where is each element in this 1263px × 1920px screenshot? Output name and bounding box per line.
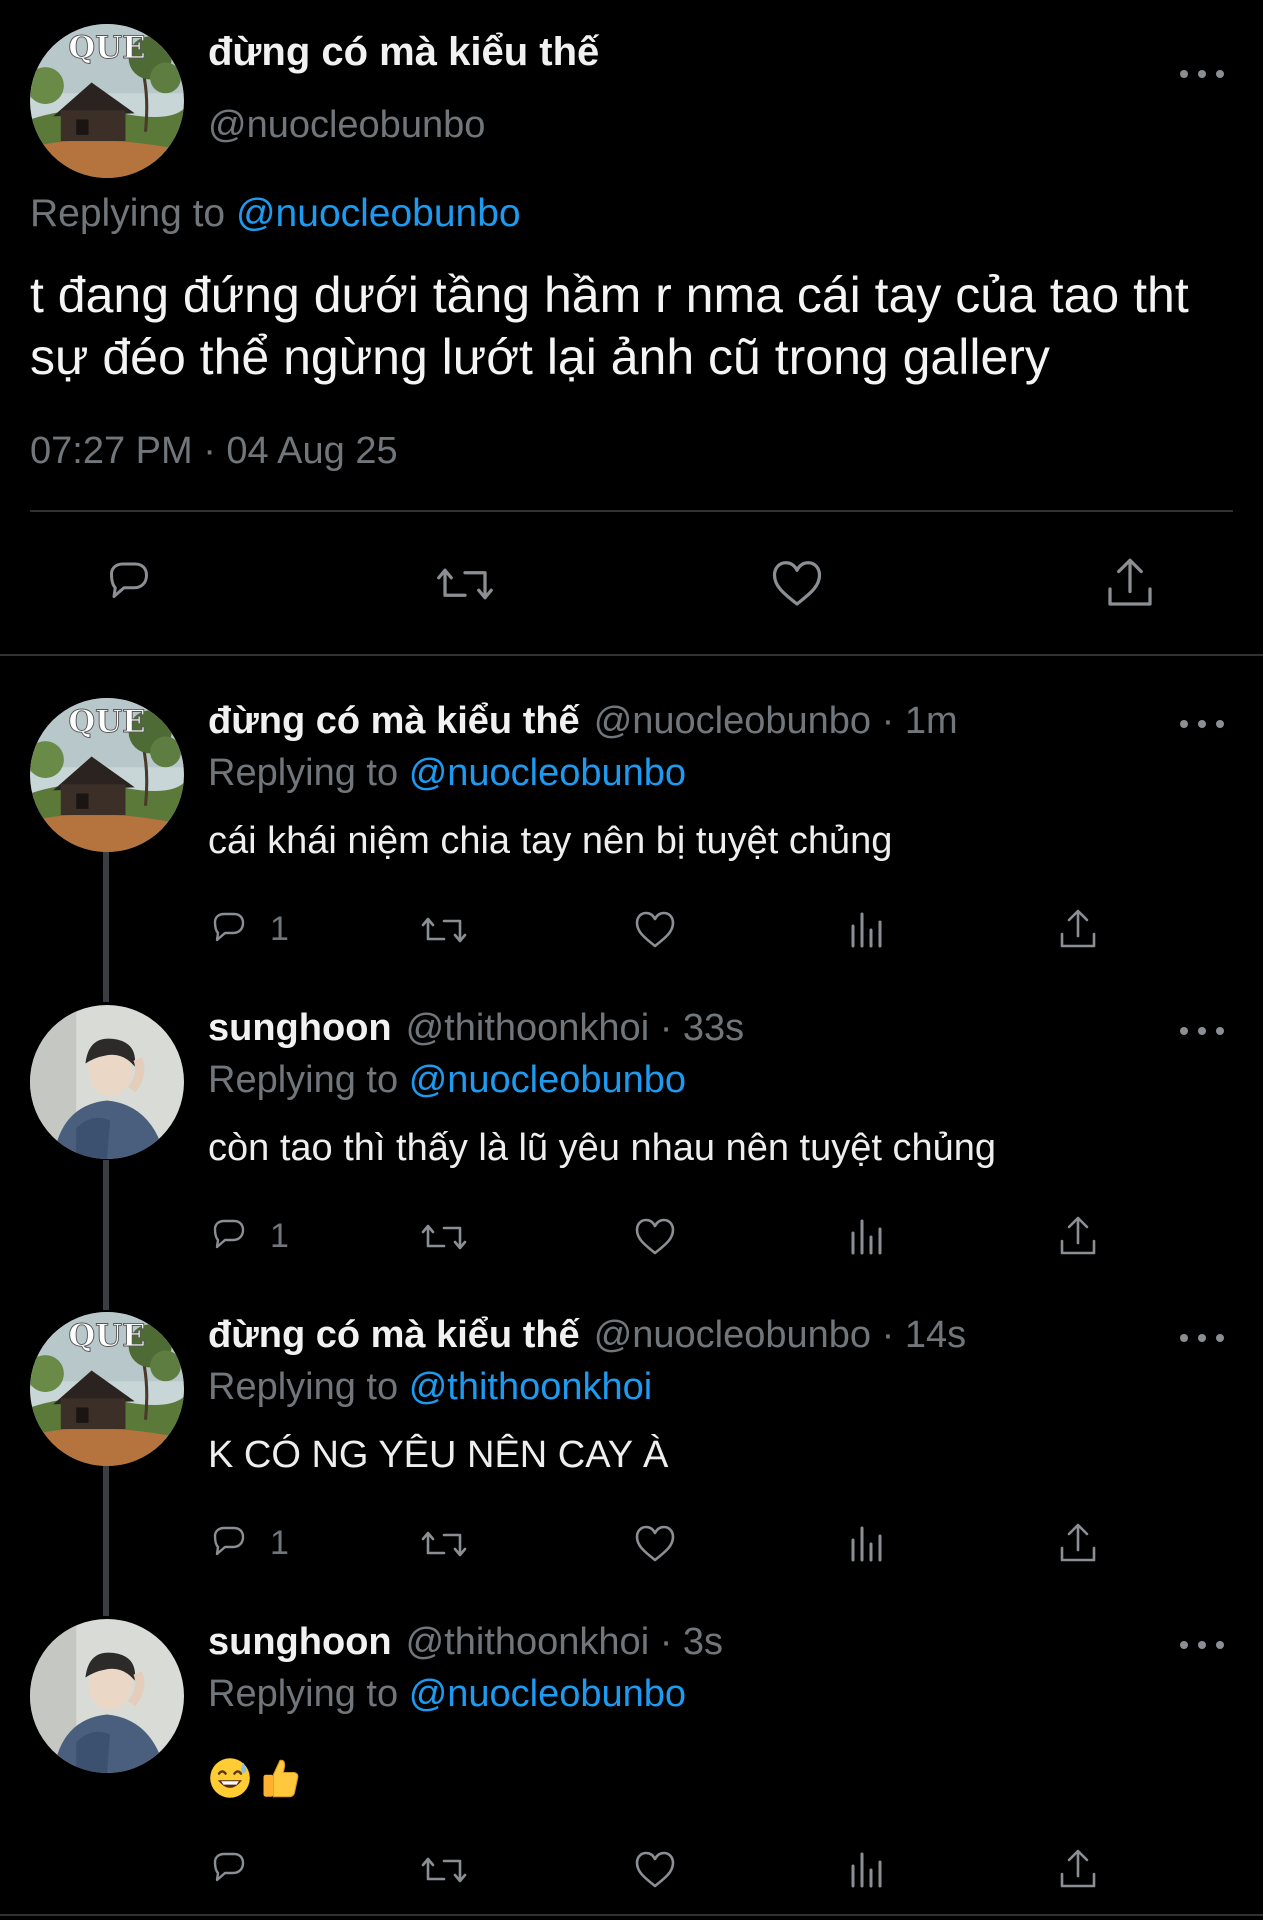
thread-line [103,1466,109,1616]
author-name[interactable]: đừng có mà kiểu thế [208,1314,580,1356]
author-name[interactable]: sunghoon [208,1007,392,1049]
reply-header: sunghoon @thithoonkhoi · 3s [208,1621,723,1664]
avatar[interactable]: QUE [30,1312,184,1466]
divider [0,654,1263,656]
replying-to: Replying to @nuocleobunbo [208,1673,686,1716]
author-name[interactable]: sunghoon [208,1621,392,1663]
avatar[interactable]: QUE [30,24,184,178]
retweet-icon[interactable] [435,554,495,614]
reply-count: 1 [270,1524,289,1562]
reply-header: đừng có mà kiểu thế @nuocleobunbo · 1m [208,700,958,743]
stats-icon[interactable] [843,906,891,954]
divider [0,1914,1263,1916]
tweet-text: t đang đứng dưới tầng hầm r nma cái tay … [30,267,1189,385]
replying-to: Replying to @nuocleobunbo [208,752,686,795]
like-icon[interactable] [631,1520,679,1568]
replying-to-link[interactable]: @nuocleobunbo [409,1059,686,1101]
reply-time[interactable]: · 33s [660,1007,744,1049]
reply-text: K CÓ NG YÊU NÊN CAY À [208,1434,669,1476]
avatar[interactable] [30,1005,184,1159]
replying-to-label: Replying to [208,1366,399,1408]
retweet-icon[interactable] [420,906,468,954]
divider [30,510,1233,512]
share-icon[interactable] [1054,906,1102,954]
reply-text: còn tao thì thấy là lũ yêu nhau nên tuyệ… [208,1127,997,1169]
stats-icon[interactable] [843,1213,891,1261]
reply-icon[interactable] [209,1520,257,1568]
like-icon[interactable] [631,1846,679,1894]
reply-time[interactable]: · 1m [882,700,958,742]
reply-text: cái khái niệm chia tay nên bị tuyệt chủn… [208,820,893,862]
share-icon[interactable] [1054,1213,1102,1261]
reply-icon[interactable] [209,1213,257,1261]
reply-time[interactable]: · 14s [882,1314,966,1356]
stats-icon[interactable] [843,1520,891,1568]
avatar-logo-text: QUE [68,1318,145,1354]
avatar[interactable]: QUE [30,698,184,852]
like-icon[interactable] [631,906,679,954]
replying-to: Replying to @nuocleobunbo [30,192,521,236]
author-handle[interactable]: @thithoonkhoi [406,1007,650,1049]
stats-icon[interactable] [843,1846,891,1894]
replying-to: Replying to @nuocleobunbo [208,1059,686,1102]
reply-header: đừng có mà kiểu thế @nuocleobunbo · 14s [208,1314,966,1357]
reply-icon[interactable] [209,906,257,954]
thread-line [103,1160,109,1310]
author-handle[interactable]: @nuocleobunbo [208,104,485,147]
more-options-button[interactable] [1180,64,1224,84]
replying-to-link[interactable]: @thithoonkhoi [409,1366,653,1408]
replying-to-label: Replying to [30,192,226,235]
reply-count: 1 [270,1217,289,1255]
thread-line [103,850,109,1002]
share-icon[interactable] [1054,1520,1102,1568]
avatar-logo-text: QUE [68,30,145,66]
author-handle[interactable]: @nuocleobunbo [594,700,871,742]
reply-icon[interactable] [104,554,164,614]
replying-to-label: Replying to [208,752,399,794]
reply-count: 1 [270,910,289,948]
more-options-button[interactable] [1180,1635,1224,1655]
like-icon[interactable] [767,554,827,614]
tweet-timestamp[interactable]: 07:27 PM · 04 Aug 25 [30,430,398,473]
more-options-button[interactable] [1180,714,1224,734]
author-name[interactable]: đừng có mà kiểu thế [208,700,580,742]
author-handle[interactable]: @nuocleobunbo [594,1314,871,1356]
retweet-icon[interactable] [420,1213,468,1261]
reply-icon[interactable] [209,1846,257,1894]
replying-to: Replying to @thithoonkhoi [208,1366,652,1409]
replying-to-label: Replying to [208,1059,399,1101]
replying-to-link[interactable]: @nuocleobunbo [236,192,521,235]
reply-time[interactable]: · 3s [660,1621,723,1663]
reply-header: sunghoon @thithoonkhoi · 33s [208,1007,744,1050]
share-icon[interactable] [1100,554,1160,614]
like-icon[interactable] [631,1213,679,1261]
share-icon[interactable] [1054,1846,1102,1894]
more-options-button[interactable] [1180,1328,1224,1348]
author-handle[interactable]: @thithoonkhoi [406,1621,650,1663]
avatar[interactable] [30,1619,184,1773]
replying-to-link[interactable]: @nuocleobunbo [409,1673,686,1715]
avatar-logo-text: QUE [68,704,145,740]
more-options-button[interactable] [1180,1021,1224,1041]
sweat-smile-emoji [210,1758,250,1798]
replying-to-link[interactable]: @nuocleobunbo [409,752,686,794]
retweet-icon[interactable] [420,1520,468,1568]
author-name[interactable]: đừng có mà kiểu thế [208,30,599,75]
thumbs-up-emoji [263,1759,299,1798]
retweet-icon[interactable] [420,1846,468,1894]
replying-to-label: Replying to [208,1673,399,1715]
